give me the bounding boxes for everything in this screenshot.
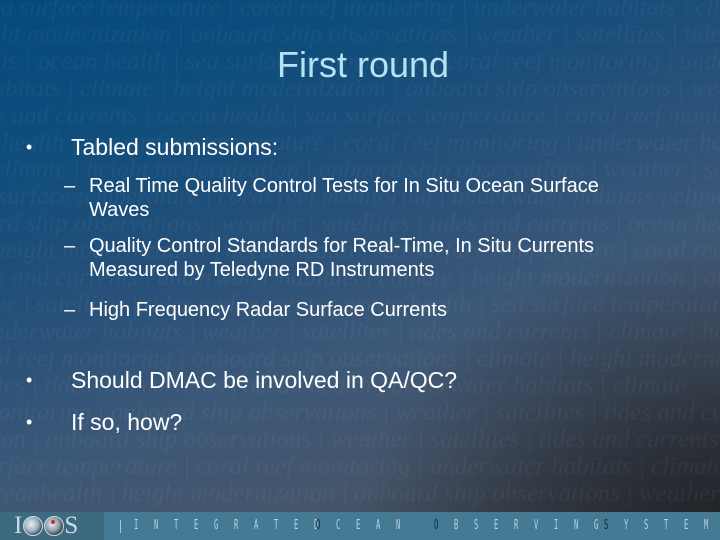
watermark-line: tides and currents | ocean health | sea … — [0, 102, 720, 129]
sub-bullet-text: High Frequency Radar Surface Currents — [89, 299, 447, 321]
watermark-line: sea surface temperature | coral reef mon… — [0, 0, 720, 21]
tagline-letter: V — [534, 518, 539, 533]
tagline-letter: T — [664, 518, 669, 533]
tagline-letter: S — [644, 518, 649, 533]
bullet-icon: • — [26, 412, 33, 432]
watermark-line: sea surface temperature | coral reef mon… — [0, 453, 720, 480]
tagline-letter: E — [194, 518, 199, 533]
tagline-letter: I — [134, 518, 139, 533]
watermark-line: oceanhealth | height modernization | onb… — [0, 480, 720, 507]
tagline-letter: E — [684, 518, 689, 533]
tagline-letter: T — [174, 518, 179, 533]
bullet-icon: • — [26, 370, 33, 390]
tagline-letter: O — [316, 518, 321, 533]
tagline-letter: I — [554, 518, 559, 533]
tagline-letter: G — [214, 518, 219, 533]
sub-bullet-item: – Real Time Quality Control Tests for In… — [64, 174, 649, 222]
slide-title: First round — [276, 44, 450, 85]
bullet-icon: • — [26, 137, 33, 157]
footer-tagline: INTEGRATEDOCEANOBSERVINGSYSTEM — [0, 517, 720, 535]
bullet-text: Should DMAC be involved in QA/QC? — [71, 367, 458, 393]
tagline-letter: E — [356, 518, 361, 533]
sub-bullet-item: – High Frequency Radar Surface Currents — [64, 298, 649, 322]
tagline-letter: N — [154, 518, 159, 533]
bullet-item: • Should DMAC be involved in QA/QC? — [26, 367, 457, 394]
tagline-letter: Y — [624, 518, 629, 533]
watermark-line: underwater habitats | weather | satellit… — [0, 318, 720, 345]
tagline-letter: M — [704, 518, 709, 533]
tagline-letter: R — [234, 518, 239, 533]
tagline-letter: S — [604, 518, 609, 533]
tagline-letter: E — [494, 518, 499, 533]
tagline-letter: N — [574, 518, 579, 533]
dash-icon: – — [64, 175, 76, 197]
dash-icon: – — [64, 235, 76, 257]
footer-band: I S INTEGRATEDOCEANOBSERVINGSYSTEM — [0, 512, 720, 540]
tagline-letter: N — [396, 518, 401, 533]
bullet-item: • Tabled submissions: — [26, 134, 278, 161]
tagline-letter: T — [274, 518, 279, 533]
tagline-letter: G — [594, 518, 599, 533]
tagline-letter: S — [474, 518, 479, 533]
tagline-letter: C — [336, 518, 341, 533]
sub-bullet-text: Real Time Quality Control Tests for In S… — [89, 175, 599, 221]
tagline-letter: B — [454, 518, 459, 533]
sub-bullet-item: – Quality Control Standards for Real-Tim… — [64, 234, 649, 282]
tagline-letter: A — [254, 518, 259, 533]
dash-icon: – — [64, 299, 76, 321]
tagline-letter: R — [514, 518, 519, 533]
bullet-item: • If so, how? — [26, 409, 182, 436]
sub-bullet-text: Quality Control Standards for Real-Time,… — [89, 235, 595, 281]
tagline-letter: A — [376, 518, 381, 533]
bullet-text: Tabled submissions: — [71, 134, 279, 160]
bullet-text: If so, how? — [71, 409, 183, 435]
tagline-letter: O — [434, 518, 439, 533]
tagline-letter: E — [294, 518, 299, 533]
slide: sea surface temperature | coral reef mon… — [0, 0, 720, 512]
